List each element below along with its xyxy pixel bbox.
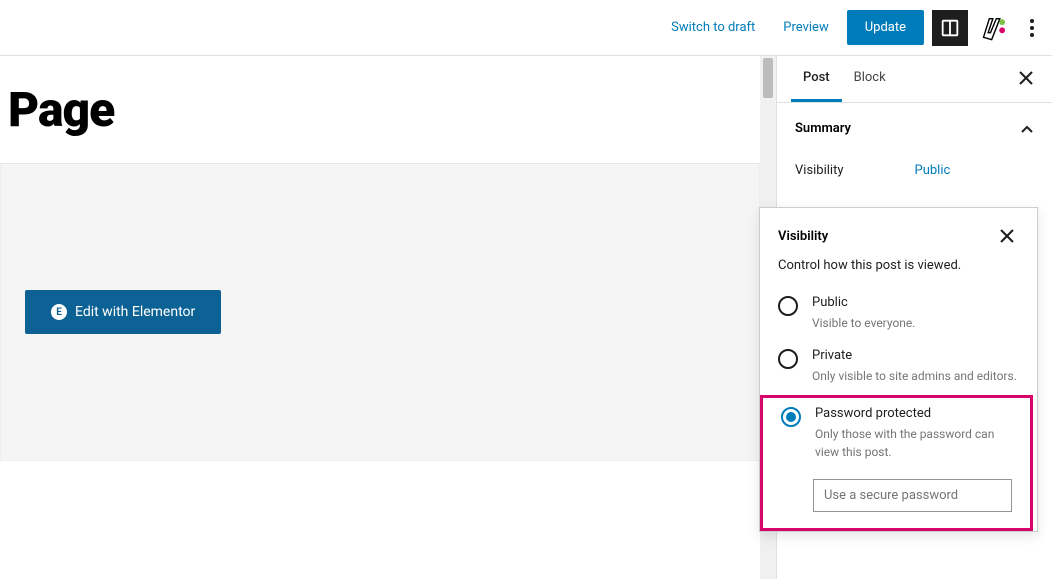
elementor-btn-label: Edit with Elementor (75, 304, 195, 320)
visibility-label: Visibility (795, 163, 915, 178)
settings-panel-toggle-icon[interactable] (932, 10, 968, 46)
radio-password-desc: Only those with the password can view th… (815, 425, 1012, 461)
radio-private-label: Private (812, 348, 1019, 363)
chevron-up-icon (1020, 119, 1034, 137)
popover-header: Visibility (760, 208, 1037, 258)
edit-with-elementor-button[interactable]: E Edit with Elementor (25, 290, 221, 334)
visibility-value-link[interactable]: Public (915, 163, 1035, 178)
more-options-icon[interactable] (1020, 10, 1044, 46)
password-input[interactable] (813, 479, 1012, 512)
radio-password[interactable] (781, 407, 801, 427)
visibility-popover: Visibility Control how this post is view… (759, 207, 1038, 532)
radio-password-content: Password protected Only those with the p… (815, 406, 1012, 461)
yoast-icon[interactable] (976, 10, 1012, 46)
close-sidebar-icon[interactable] (1014, 66, 1038, 90)
visibility-option-public[interactable]: Public Visible to everyone. (760, 287, 1037, 340)
summary-panel-header[interactable]: Summary (777, 103, 1052, 153)
password-highlight-box: Password protected Only those with the p… (760, 395, 1033, 531)
radio-public-label: Public (812, 295, 1019, 310)
switch-to-draft-button[interactable]: Switch to draft (661, 12, 765, 43)
radio-private[interactable] (778, 349, 798, 369)
elementor-icon: E (51, 304, 67, 320)
elementor-block: E Edit with Elementor (0, 163, 760, 461)
page-title[interactable]: Page (0, 56, 760, 163)
summary-title: Summary (795, 121, 851, 136)
radio-public-content: Public Visible to everyone. (812, 295, 1019, 332)
visibility-option-private[interactable]: Private Only visible to site admins and … (760, 340, 1037, 393)
sidebar-tabs: Post Block (777, 56, 1052, 103)
radio-public[interactable] (778, 296, 798, 316)
radio-private-content: Private Only visible to site admins and … (812, 348, 1019, 385)
top-bar: Switch to draft Preview Update (0, 0, 1052, 56)
tab-block[interactable]: Block (842, 56, 898, 102)
radio-public-desc: Visible to everyone. (812, 314, 1019, 332)
preview-button[interactable]: Preview (773, 12, 838, 43)
radio-password-label: Password protected (815, 406, 1012, 421)
visibility-option-password[interactable]: Password protected Only those with the p… (763, 398, 1030, 469)
popover-description: Control how this post is viewed. (760, 258, 1037, 287)
visibility-row: Visibility Public (777, 153, 1052, 196)
content-area: Page E Edit with Elementor (0, 56, 760, 579)
popover-title: Visibility (778, 229, 828, 244)
tab-post[interactable]: Post (791, 56, 842, 102)
update-button[interactable]: Update (847, 10, 924, 45)
scrollbar-thumb[interactable] (763, 58, 773, 98)
radio-private-desc: Only visible to site admins and editors. (812, 367, 1019, 385)
close-popover-icon[interactable] (995, 224, 1019, 248)
